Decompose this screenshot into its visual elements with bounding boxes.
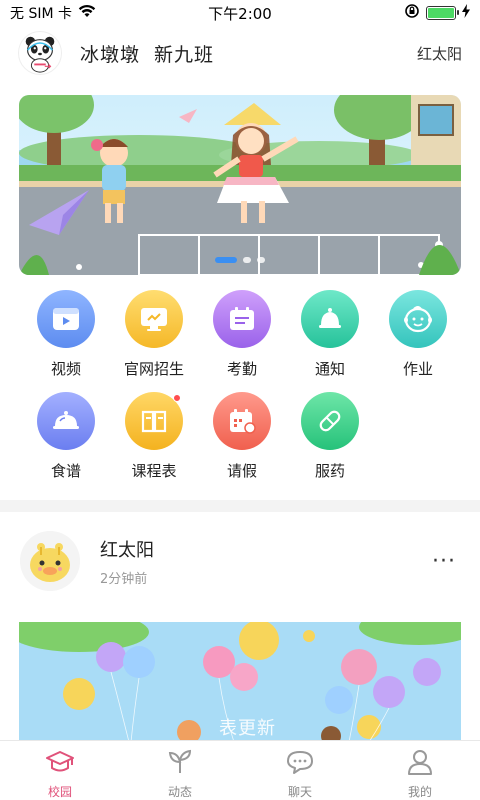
post-meta: 红太阳 2分钟前 <box>100 536 154 587</box>
charging-icon <box>462 4 470 22</box>
tab-campus[interactable]: 校园 <box>20 749 100 800</box>
tab-label: 动态 <box>167 785 192 799</box>
pill-icon <box>301 392 359 450</box>
menu-item-video[interactable]: 视频 <box>22 290 110 392</box>
school-avatar[interactable] <box>18 31 62 75</box>
tab-profile[interactable]: 我的 <box>380 749 460 800</box>
menu-item-attendance[interactable]: 考勤 <box>198 290 286 392</box>
post-image[interactable]: 表更新 <box>19 622 461 742</box>
bell-icon <box>301 290 359 348</box>
tab-label: 我的 <box>407 785 432 799</box>
feature-row-1: 视频 官网招生 考勤 通知 作业 <box>0 290 480 392</box>
wifi-icon <box>78 4 96 22</box>
menu-label: 请假 <box>226 462 257 480</box>
carrier-label: 无 SIM 卡 <box>10 6 72 22</box>
tab-moments[interactable]: 动态 <box>140 749 220 800</box>
menu-label: 视频 <box>50 360 81 378</box>
banner-illustration <box>19 95 461 275</box>
chat-bubble-icon <box>285 749 315 779</box>
post-header: 红太阳 2分钟前 ··· <box>0 528 480 594</box>
menu-item-enrollment[interactable]: 官网招生 <box>110 290 198 392</box>
header-title: 冰墩墩 新九班 <box>80 40 214 67</box>
more-options-icon[interactable]: ··· <box>432 549 460 574</box>
feature-row-2: 食谱 课程表 请假 服药 <box>0 392 480 494</box>
post-timestamp: 2分钟前 <box>100 571 148 587</box>
carousel-dot-active[interactable] <box>215 257 237 263</box>
menu-item-notice[interactable]: 通知 <box>286 290 374 392</box>
menu-label: 课程表 <box>131 462 177 480</box>
post-image-caption: 表更新 <box>219 718 276 739</box>
dish-icon <box>37 392 95 450</box>
banner-carousel[interactable] <box>19 95 461 275</box>
sprout-icon <box>165 749 195 779</box>
school-name: 冰墩墩 <box>80 43 141 66</box>
menu-item-leave[interactable]: 请假 <box>198 392 286 494</box>
menu-item-homework[interactable]: 作业 <box>374 290 462 392</box>
tab-label: 校园 <box>47 785 72 799</box>
panda-logo-icon <box>19 32 61 74</box>
video-icon <box>37 290 95 348</box>
tab-label: 聊天 <box>287 785 312 799</box>
post-author-name[interactable]: 红太阳 <box>100 536 154 562</box>
menu-label: 官网招生 <box>123 360 184 378</box>
section-divider <box>0 500 480 512</box>
giraffe-avatar-icon <box>20 531 80 591</box>
menu-label: 通知 <box>314 360 345 378</box>
graduation-cap-icon <box>45 749 75 779</box>
menu-item-medicine[interactable]: 服药 <box>286 392 374 494</box>
app-header: 冰墩墩 新九班 红太阳 <box>0 28 480 78</box>
carousel-dot[interactable] <box>243 257 251 263</box>
carousel-indicator <box>19 257 461 263</box>
notification-dot <box>173 394 181 402</box>
baby-face-icon <box>389 290 447 348</box>
calendar-icon <box>213 392 271 450</box>
menu-label: 考勤 <box>226 360 257 378</box>
menu-label: 服药 <box>314 462 345 480</box>
book-icon <box>125 392 183 450</box>
status-left: 无 SIM 卡 <box>10 3 96 23</box>
carousel-dot[interactable] <box>257 257 265 263</box>
attendance-icon <box>213 290 271 348</box>
feature-grid: 视频 官网招生 考勤 通知 作业 食谱 课程表 请假 服药 <box>0 290 480 494</box>
monitor-icon <box>125 290 183 348</box>
status-bar: 无 SIM 卡 下午2:00 <box>0 0 480 26</box>
header-user-name[interactable]: 红太阳 <box>417 43 462 64</box>
menu-item-recipe[interactable]: 食谱 <box>22 392 110 494</box>
rotation-lock-icon <box>404 3 420 23</box>
bottom-tab-bar: 校园 动态 聊天 我的 <box>0 740 480 800</box>
menu-item-timetable[interactable]: 课程表 <box>110 392 198 494</box>
post-author-avatar[interactable] <box>20 531 80 591</box>
status-right <box>404 3 470 23</box>
menu-label: 食谱 <box>50 462 81 480</box>
person-icon <box>405 749 435 779</box>
tab-chat[interactable]: 聊天 <box>260 749 340 800</box>
menu-label: 作业 <box>402 360 433 378</box>
battery-icon <box>426 6 459 20</box>
class-name: 新九班 <box>154 43 215 66</box>
